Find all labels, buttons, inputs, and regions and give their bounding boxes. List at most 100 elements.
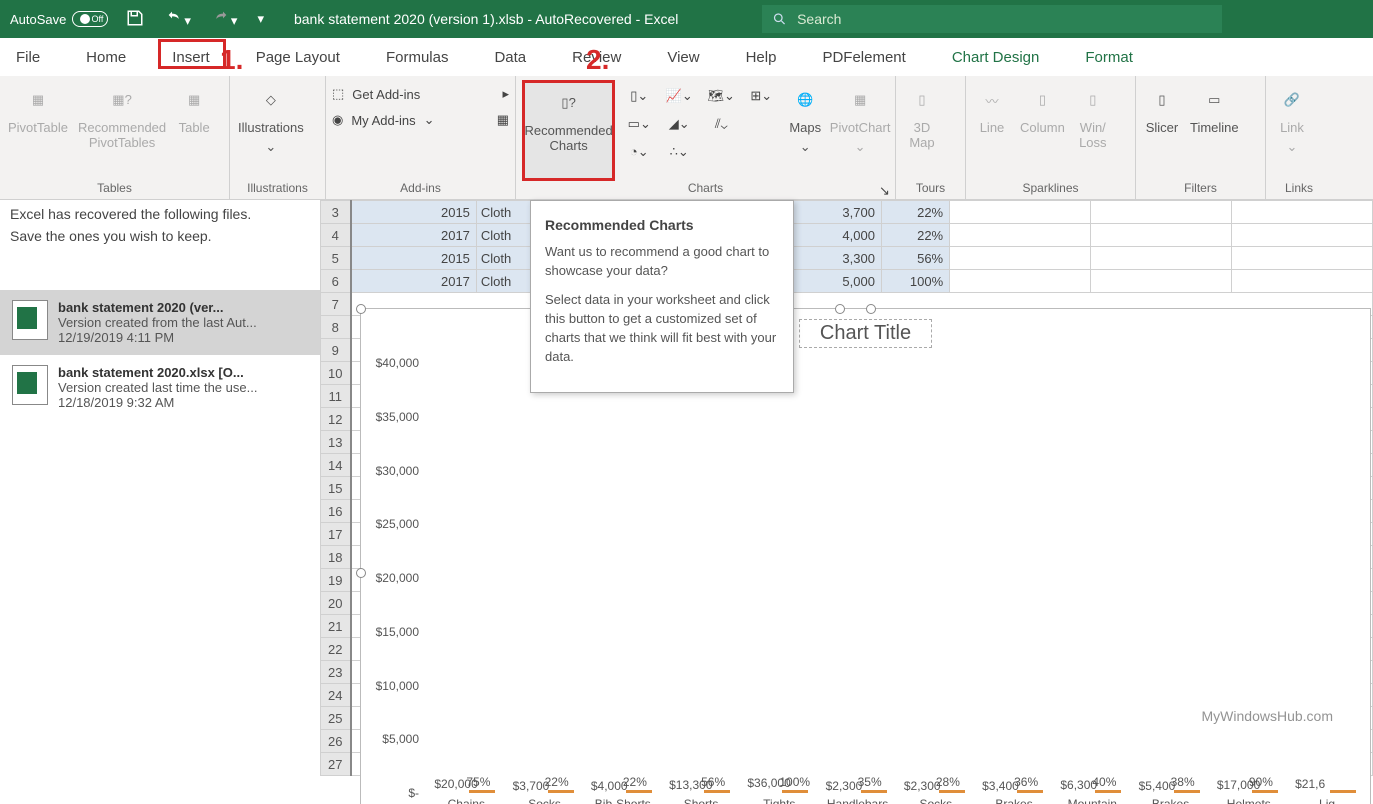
autosave-toggle[interactable]: AutoSave Off bbox=[10, 11, 108, 27]
row-header[interactable]: 13 bbox=[321, 431, 351, 454]
tab-insert[interactable]: Insert bbox=[166, 43, 216, 72]
line-chart-icon[interactable]: 📈⌄ bbox=[661, 84, 697, 108]
row-header[interactable]: 8 bbox=[321, 316, 351, 339]
embedded-chart[interactable]: Chart Title $-$5,000$10,000$15,000$20,00… bbox=[360, 308, 1371, 804]
row-header[interactable]: 14 bbox=[321, 454, 351, 477]
row-header[interactable]: 4 bbox=[321, 224, 351, 247]
sparkline-line-button[interactable]: 〰Line bbox=[972, 80, 1012, 181]
bar-group[interactable]: $3,700 22% Socks bbox=[513, 790, 577, 793]
pie-chart-icon[interactable]: ◔⌄ bbox=[621, 140, 657, 164]
tab-file[interactable]: File bbox=[10, 43, 46, 72]
worksheet-area[interactable]: 3 2015 Cloth 3,700 22% 4 2017 Cloth 4,00… bbox=[320, 200, 1373, 804]
row-header[interactable]: 25 bbox=[321, 707, 351, 730]
row-header[interactable]: 21 bbox=[321, 615, 351, 638]
row-header[interactable]: 19 bbox=[321, 569, 351, 592]
bar-group[interactable]: $3,400 36% Brakes bbox=[982, 790, 1046, 793]
row-header[interactable]: 23 bbox=[321, 661, 351, 684]
redo-icon[interactable]: ▾ bbox=[211, 9, 238, 29]
row-header[interactable]: 9 bbox=[321, 339, 351, 362]
map-chart-icon[interactable]: 🗺⌄ bbox=[703, 84, 739, 108]
bar-group[interactable]: $17,000 90% Helmets bbox=[1217, 790, 1281, 793]
row-header[interactable]: 26 bbox=[321, 730, 351, 753]
3d-map-button[interactable]: ▯3D Map bbox=[902, 80, 942, 181]
tab-formulas[interactable]: Formulas bbox=[380, 43, 455, 72]
data-label: 28% bbox=[936, 775, 960, 789]
bar-chart-icon[interactable]: ▭⌄ bbox=[621, 112, 657, 136]
my-addins-button[interactable]: ◉My Add-ins⌄▦ bbox=[332, 112, 509, 128]
row-header[interactable]: 3 bbox=[321, 201, 351, 224]
get-addins-button[interactable]: ⬚Get Add-ins▸ bbox=[332, 86, 509, 102]
chart-title[interactable]: Chart Title bbox=[799, 319, 932, 348]
cell[interactable]: 56% bbox=[881, 247, 949, 270]
recommended-charts-button[interactable]: ▯?Recommended Charts bbox=[522, 80, 615, 181]
stock-chart-icon[interactable]: ⊞⌄ bbox=[743, 84, 779, 108]
cell[interactable]: 2017 bbox=[351, 270, 477, 293]
resize-handle[interactable] bbox=[356, 568, 366, 578]
cell[interactable]: 100% bbox=[881, 270, 949, 293]
row-header[interactable]: 22 bbox=[321, 638, 351, 661]
row-header[interactable]: 18 bbox=[321, 546, 351, 569]
bar-group[interactable]: $20,000 75% Chains bbox=[434, 790, 498, 793]
save-icon[interactable] bbox=[126, 9, 144, 30]
row-header[interactable]: 5 bbox=[321, 247, 351, 270]
tab-chart-design[interactable]: Chart Design bbox=[946, 43, 1046, 72]
search-input[interactable] bbox=[797, 11, 1212, 27]
row-header[interactable]: 20 bbox=[321, 592, 351, 615]
tab-help[interactable]: Help bbox=[740, 43, 783, 72]
recovery-item[interactable]: bank statement 2020.xlsx [O... Version c… bbox=[0, 355, 320, 420]
recovery-item[interactable]: bank statement 2020 (ver... Version crea… bbox=[0, 290, 320, 355]
charts-dialog-launcher[interactable]: ↘ bbox=[879, 183, 891, 195]
row-header[interactable]: 16 bbox=[321, 500, 351, 523]
area-chart-icon[interactable]: ◢⌄ bbox=[661, 112, 697, 136]
maps-button[interactable]: 🌐Maps⌄ bbox=[785, 80, 825, 181]
row-header[interactable]: 15 bbox=[321, 477, 351, 500]
bar-group[interactable]: $2,300 28% Socks bbox=[904, 790, 968, 793]
bar-group[interactable]: $13,300 56% Shorts bbox=[669, 790, 733, 793]
column-chart-icon[interactable]: ▯⌄ bbox=[621, 84, 657, 108]
row-header[interactable]: 17 bbox=[321, 523, 351, 546]
link-button[interactable]: 🔗Link⌄ bbox=[1272, 80, 1312, 181]
illustrations-button[interactable]: ◇Illustrations⌄ bbox=[236, 80, 306, 181]
tab-format[interactable]: Format bbox=[1079, 43, 1139, 72]
row-header[interactable]: 7 bbox=[321, 293, 351, 316]
timeline-button[interactable]: ▭Timeline bbox=[1188, 80, 1241, 181]
cell[interactable]: 2017 bbox=[351, 224, 477, 247]
tab-page-layout[interactable]: Page Layout bbox=[250, 43, 346, 72]
bar-group[interactable]: $2,300 35% Handlebars bbox=[826, 790, 890, 793]
sparkline-column-button[interactable]: ▯Column bbox=[1018, 80, 1067, 181]
table-button[interactable]: ▦Table bbox=[174, 80, 214, 181]
tab-view[interactable]: View bbox=[661, 43, 705, 72]
sparkline-winloss-button[interactable]: ▯Win/ Loss bbox=[1073, 80, 1113, 181]
tab-data[interactable]: Data bbox=[488, 43, 532, 72]
row-header[interactable]: 6 bbox=[321, 270, 351, 293]
tab-pdfelement[interactable]: PDFelement bbox=[816, 43, 911, 72]
row-header[interactable]: 10 bbox=[321, 362, 351, 385]
bar-group[interactable]: $5,400 38% Brakes bbox=[1139, 790, 1203, 793]
recommended-pivottables-button[interactable]: ▦?Recommended PivotTables bbox=[76, 80, 168, 181]
cell[interactable]: 2015 bbox=[351, 201, 477, 224]
toggle-switch[interactable]: Off bbox=[72, 11, 108, 27]
resize-handle[interactable] bbox=[835, 304, 845, 314]
bar-group[interactable]: $21,6 Lig bbox=[1295, 790, 1359, 793]
pivottable-button[interactable]: ▦PivotTable bbox=[6, 80, 70, 181]
search-box[interactable] bbox=[762, 5, 1222, 33]
cell[interactable]: 2015 bbox=[351, 247, 477, 270]
undo-icon[interactable]: ▾ bbox=[164, 9, 191, 29]
cell[interactable]: 22% bbox=[881, 201, 949, 224]
tab-home[interactable]: Home bbox=[80, 43, 132, 72]
scatter-chart-icon[interactable]: ∴⌄ bbox=[661, 140, 697, 164]
bar-group[interactable]: $6,300 40% Mountain bbox=[1060, 790, 1124, 793]
slicer-button[interactable]: ▯Slicer bbox=[1142, 80, 1182, 181]
combo-chart-icon[interactable]: ⫽⌄ bbox=[703, 112, 739, 136]
bar-group[interactable]: $4,000 22% Bib-Shorts bbox=[591, 790, 655, 793]
chart-plot-area[interactable]: $-$5,000$10,000$15,000$20,000$25,000$30,… bbox=[425, 363, 1364, 793]
tooltip-text: Want us to recommend a good chart to sho… bbox=[545, 243, 779, 281]
row-header[interactable]: 11 bbox=[321, 385, 351, 408]
pivotchart-button[interactable]: ▦PivotChart⌄ bbox=[831, 80, 889, 181]
row-header[interactable]: 24 bbox=[321, 684, 351, 707]
row-header[interactable]: 12 bbox=[321, 408, 351, 431]
bar-group[interactable]: $36,000 100% Tights bbox=[747, 790, 811, 793]
row-header[interactable]: 27 bbox=[321, 753, 351, 776]
cell[interactable]: 22% bbox=[881, 224, 949, 247]
qat-more-icon[interactable]: ▾ bbox=[257, 11, 264, 27]
